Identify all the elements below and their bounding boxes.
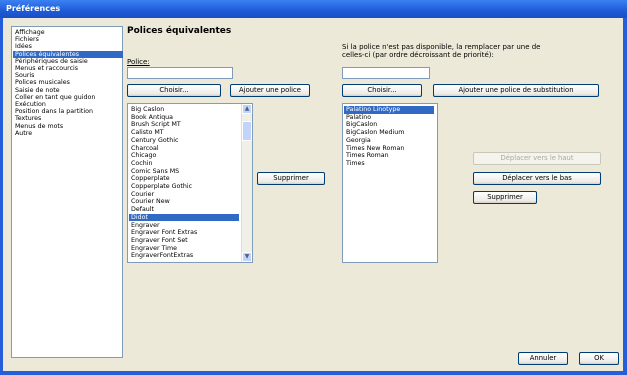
substitute-list-item[interactable]: Palatino Linotype xyxy=(344,106,434,114)
font-list-item[interactable]: Big Caslon xyxy=(129,106,239,114)
font-list-item[interactable]: Engraver Font Set xyxy=(129,237,239,245)
font-list-item[interactable]: Book Antiqua xyxy=(129,114,239,122)
category-list[interactable]: Affichage Fichiers Idées Polices équivalent… xyxy=(11,26,123,358)
title-bar[interactable]: Préférences xyxy=(0,0,627,18)
category-item-menus-de-mots[interactable]: Menus de mots xyxy=(13,123,123,130)
category-item-saisie-de-note[interactable]: Saisie de note xyxy=(13,87,123,94)
delete-font-button[interactable]: Supprimer xyxy=(257,172,325,185)
substitute-list-item[interactable]: Times New Roman xyxy=(344,145,434,153)
substitute-list-item[interactable]: BigCaslon xyxy=(344,121,434,129)
add-font-button[interactable]: Ajouter une police xyxy=(230,84,310,97)
font-list-item[interactable]: Charcoal xyxy=(129,145,239,153)
window-title: Préférences xyxy=(6,4,61,13)
font-list-scrollbar[interactable]: ▲ ▼ xyxy=(241,104,252,262)
move-down-button[interactable]: Déplacer vers le bas xyxy=(473,172,601,185)
cancel-button[interactable]: Annuler xyxy=(518,352,568,365)
delete-substitute-button[interactable]: Supprimer xyxy=(473,191,537,204)
substitute-list-item[interactable]: Georgia xyxy=(344,137,434,145)
category-item-polices-musicales[interactable]: Polices musicales xyxy=(13,79,123,86)
section-title: Polices équivalentes xyxy=(127,26,232,36)
substitute-input[interactable] xyxy=(342,67,430,79)
move-up-button[interactable]: Déplacer vers le haut xyxy=(473,152,601,165)
font-list-item[interactable]: Century Gothic xyxy=(129,137,239,145)
substitute-list-item[interactable]: Times Roman xyxy=(344,152,434,160)
category-item-menus-et-raccourcis[interactable]: Menus et raccourcis xyxy=(13,65,123,72)
police-label: Police: xyxy=(127,58,150,66)
substitute-list-item[interactable]: BigCaslon Medium xyxy=(344,129,434,137)
choose-font-button[interactable]: Choisir... xyxy=(127,84,221,97)
category-item-coller-en-tant-que-guidon[interactable]: Coller en tant que guidon xyxy=(13,94,123,101)
category-item-execution[interactable]: Exécution xyxy=(13,101,123,108)
dialog-client: Affichage Fichiers Idées Polices équivalent… xyxy=(3,18,623,371)
category-item-polices-equivalentes[interactable]: Polices équivalentes xyxy=(13,50,123,58)
scroll-up-arrow-icon[interactable]: ▲ xyxy=(242,104,252,114)
font-list-item[interactable]: Comic Sans MS xyxy=(129,168,239,176)
category-item-idees[interactable]: Idées xyxy=(13,43,123,50)
category-item-position-dans-la-partition[interactable]: Position dans la partition xyxy=(13,108,123,115)
substitute-hint-line2: celles-ci (par ordre décroissant de prio… xyxy=(342,51,494,59)
preferences-window: Préférences Affichage Fichiers Idées Police… xyxy=(0,0,627,375)
substitute-list-item[interactable]: Times xyxy=(344,160,434,168)
font-list-item[interactable]: Didot xyxy=(129,213,239,222)
font-list-item[interactable]: Engraver Font Extras xyxy=(129,229,239,237)
font-list-item[interactable]: Engraver xyxy=(129,222,239,230)
font-list-item[interactable]: Courier xyxy=(129,191,239,199)
category-item-autre[interactable]: Autre xyxy=(13,130,123,137)
font-list-item[interactable]: Default xyxy=(129,206,239,214)
police-input[interactable] xyxy=(127,67,233,79)
font-list-item[interactable]: Cochin xyxy=(129,160,239,168)
ok-button[interactable]: OK xyxy=(579,352,619,365)
scroll-down-arrow-icon[interactable]: ▼ xyxy=(242,252,252,262)
category-item-textures[interactable]: Textures xyxy=(13,115,123,122)
substitute-list-item[interactable]: Palatino xyxy=(344,114,434,122)
font-list-item[interactable]: Chicago xyxy=(129,152,239,160)
font-list-item[interactable]: Brush Script MT xyxy=(129,121,239,129)
category-item-peripheriques-de-saisie[interactable]: Périphériques de saisie xyxy=(13,58,123,65)
scroll-thumb[interactable] xyxy=(242,121,252,141)
substitute-hint-line1: Si la police n'est pas disponible, la re… xyxy=(342,43,541,51)
substitute-list[interactable]: Palatino Linotype Palatino BigCaslon BigCas… xyxy=(342,103,438,263)
font-list-item[interactable]: Engraver Time xyxy=(129,245,239,253)
font-list-item[interactable]: Courier New xyxy=(129,198,239,206)
category-item-affichage[interactable]: Affichage xyxy=(13,29,123,36)
category-item-souris[interactable]: Souris xyxy=(13,72,123,79)
font-list-item[interactable]: Calisto MT xyxy=(129,129,239,137)
choose-substitute-button[interactable]: Choisir... xyxy=(342,84,422,97)
font-list-item[interactable]: EngraverFontExtras xyxy=(129,252,239,260)
add-substitute-button[interactable]: Ajouter une police de substitution xyxy=(433,84,599,97)
font-list-item[interactable]: Copperplate xyxy=(129,175,239,183)
font-list-item[interactable]: Copperplate Gothic xyxy=(129,183,239,191)
font-list[interactable]: ▲ ▼ Big Caslon Book Antiqua Brush Script M… xyxy=(127,103,253,263)
